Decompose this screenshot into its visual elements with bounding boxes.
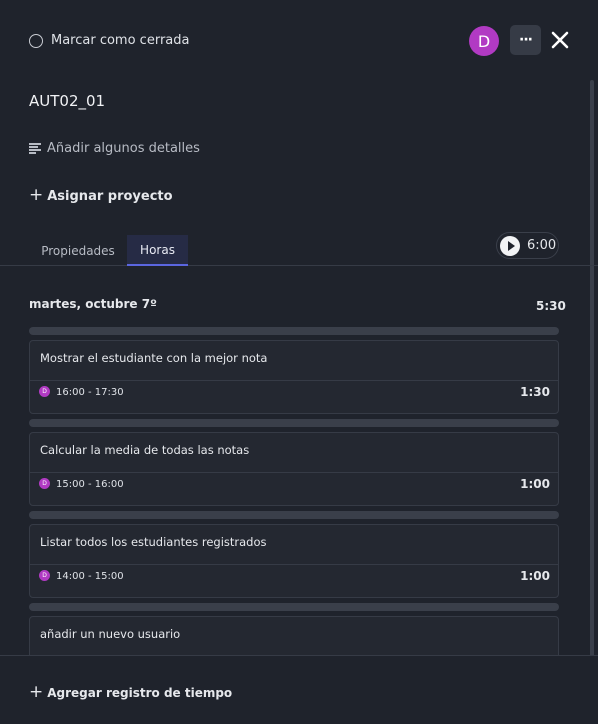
scrollbar[interactable]	[590, 80, 594, 700]
time-entry[interactable]: Calcular la media de todas las notas D 1…	[29, 432, 559, 506]
close-icon	[551, 31, 569, 49]
add-time-entry-label: Agregar registro de tiempo	[47, 686, 233, 700]
entry-divider	[30, 472, 558, 473]
mark-closed-toggle[interactable]: Marcar como cerrada	[29, 33, 189, 48]
entry-time-range[interactable]: 14:00 - 15:00	[56, 571, 124, 582]
avatar[interactable]: D	[469, 26, 499, 56]
close-button[interactable]	[549, 29, 571, 51]
entry-description[interactable]: Listar todos los estudiantes registrados	[40, 535, 267, 549]
text-lines-icon	[29, 143, 41, 154]
tab-properties[interactable]: Propiedades	[33, 235, 123, 266]
entry-duration[interactable]: 1:30	[520, 385, 550, 399]
entry-separator	[29, 419, 559, 427]
mark-closed-label: Marcar como cerrada	[51, 33, 190, 48]
time-entry[interactable]: Listar todos los estudiantes registrados…	[29, 524, 559, 598]
timer-button[interactable]: 6:00	[496, 232, 559, 259]
assign-project-label: Asignar proyecto	[47, 188, 173, 204]
entry-description[interactable]: Calcular la media de todas las notas	[40, 443, 249, 457]
tab-hours[interactable]: Horas	[127, 235, 188, 266]
more-options-button[interactable]: ···	[510, 25, 541, 55]
task-title[interactable]: AUT02_01	[29, 92, 105, 110]
time-entry[interactable]: Mostrar el estudiante con la mejor nota …	[29, 340, 559, 414]
entry-description[interactable]: Mostrar el estudiante con la mejor nota	[40, 351, 267, 365]
entry-separator	[29, 603, 559, 611]
entry-separator	[29, 327, 559, 335]
entry-divider	[30, 380, 558, 381]
add-time-entry-button[interactable]: + Agregar registro de tiempo	[29, 682, 233, 702]
day-total: 5:30	[536, 299, 566, 313]
entry-description[interactable]: añadir un nuevo usuario	[40, 627, 180, 641]
day-label: martes, octubre 7º	[29, 297, 157, 311]
footer: + Agregar registro de tiempo	[0, 655, 598, 724]
entry-avatar: D	[39, 478, 50, 489]
plus-icon: +	[29, 185, 44, 205]
entry-duration[interactable]: 1:00	[520, 569, 550, 583]
entry-avatar: D	[39, 570, 50, 581]
entry-duration[interactable]: 1:00	[520, 477, 550, 491]
assign-project-button[interactable]: + Asignar proyecto	[29, 185, 173, 205]
entry-time-range[interactable]: 15:00 - 16:00	[56, 479, 124, 490]
plus-icon: +	[29, 682, 44, 702]
entry-divider	[30, 564, 558, 565]
entry-time-range[interactable]: 16:00 - 17:30	[56, 387, 124, 398]
circle-icon	[29, 33, 43, 48]
add-details-label: Añadir algunos detalles	[47, 141, 200, 156]
play-icon	[500, 235, 520, 256]
task-detail-panel: Marcar como cerrada D ··· AUT02_01 Añadi…	[0, 0, 598, 724]
add-details-field[interactable]: Añadir algunos detalles	[29, 141, 200, 156]
timer-value: 6:00	[527, 238, 557, 253]
entry-avatar: D	[39, 386, 50, 397]
entry-separator	[29, 511, 559, 519]
